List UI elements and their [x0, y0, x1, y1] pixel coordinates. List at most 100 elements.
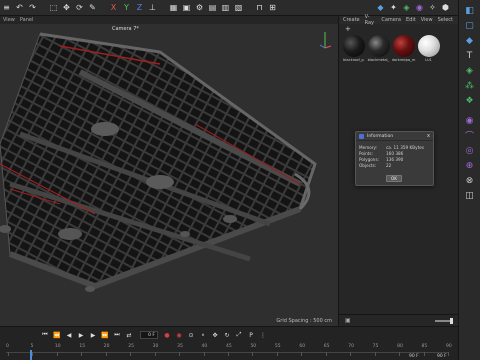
record-icon[interactable]: ● [162, 330, 172, 340]
next-key-icon[interactable]: ⏩ [100, 330, 110, 340]
menu-vray[interactable]: V-Ray [365, 14, 377, 26]
y-axis-toggle[interactable]: Y [121, 2, 132, 13]
render-view-icon[interactable]: ▣ [181, 2, 192, 13]
menu-edit[interactable]: Edit [406, 17, 416, 23]
x-axis-toggle[interactable]: X [108, 2, 119, 13]
redo-icon[interactable]: ↷ [27, 2, 38, 13]
keyframe-icon[interactable]: ⊙ [186, 330, 196, 340]
info-value: ca. 11 359 KBytes [386, 144, 425, 150]
move-icon[interactable]: ✥ [61, 2, 72, 13]
prev-key-icon[interactable]: ⏪ [52, 330, 62, 340]
material-item[interactable]: darkredpa_m [392, 35, 415, 62]
dialog-titlebar[interactable]: Information x [356, 132, 433, 141]
camera-icon[interactable]: ◫ [463, 189, 476, 202]
coord-system-icon[interactable]: ⊥ [147, 2, 158, 13]
ruler-number: 75 [372, 344, 379, 349]
current-frame-field[interactable]: 0 F [140, 331, 158, 339]
menu-view[interactable]: View [421, 17, 433, 23]
ruler-track [6, 352, 448, 353]
go-to-end-icon[interactable]: ⏭ [112, 330, 122, 340]
add-material-button[interactable]: + [345, 25, 351, 33]
position-key-icon[interactable]: ✥ [210, 330, 220, 340]
object-mode-icon[interactable]: ▢ [463, 19, 476, 32]
cube-icon[interactable]: ◆ [375, 2, 386, 13]
ruler-tick [448, 352, 449, 356]
scale-key-icon[interactable]: ⤢ [234, 330, 244, 340]
model-mode-icon[interactable]: ◧ [463, 4, 476, 17]
ruler-number: 55 [274, 344, 281, 349]
close-icon[interactable]: x [427, 133, 430, 139]
material-menubar: Create V-Ray Camera Edit View Select [339, 14, 458, 26]
render-region-icon[interactable]: ▦ [168, 2, 179, 13]
ruler-number: 90 [446, 344, 452, 349]
render-queue-icon[interactable]: ▤ [207, 2, 218, 13]
go-to-start-icon[interactable]: ⏮ [40, 330, 50, 340]
ruler-number: 5 [30, 344, 34, 349]
material-name: LU1 [425, 58, 432, 62]
filter-icon[interactable]: ▣ [345, 317, 351, 324]
max-frame-field[interactable]: 90 F [437, 354, 447, 359]
deformer-icon[interactable]: ◉ [414, 2, 425, 13]
light-icon[interactable]: ✧ [427, 2, 438, 13]
material-item[interactable]: blackroof_p [342, 35, 365, 62]
array-icon[interactable]: ⁂ [463, 79, 476, 92]
ruler-tick [154, 352, 156, 356]
workplane-icon[interactable]: ⊞ [267, 2, 278, 13]
menu-create[interactable]: Create [343, 17, 360, 23]
field-icon[interactable]: ◎ [463, 144, 476, 157]
cube-icon[interactable]: ◆ [463, 34, 476, 47]
deformer-icon[interactable]: ◉ [463, 114, 476, 127]
generator-icon[interactable]: ◈ [401, 2, 412, 13]
next-frame-icon[interactable]: ▶ [88, 330, 98, 340]
ruler-number: 25 [128, 344, 134, 349]
select-icon[interactable]: ⬚ [48, 2, 59, 13]
menu-camera[interactable]: Camera [381, 17, 401, 23]
layout-icon[interactable]: ▧ [233, 2, 244, 13]
text-icon[interactable]: T [463, 49, 476, 62]
pen-icon[interactable]: ✎ [87, 2, 98, 13]
key-selection-icon[interactable]: ⚬ [198, 330, 208, 340]
play-icon[interactable]: ▶ [76, 330, 86, 340]
globe-icon[interactable]: ⊗ [463, 174, 476, 187]
loop-icon[interactable]: ⇄ [124, 330, 134, 340]
rotation-key-icon[interactable]: ↻ [222, 330, 232, 340]
param-key-icon[interactable]: P [246, 330, 256, 340]
cloner-icon[interactable]: ❖ [463, 94, 476, 107]
grid-icon[interactable]: ⋮ [258, 330, 268, 340]
z-axis-toggle[interactable]: Z [134, 2, 145, 13]
ruler-number: 40 [201, 344, 208, 349]
generator-icon[interactable]: ◈ [463, 64, 476, 77]
ok-button[interactable]: OK [386, 175, 402, 182]
rotate-icon[interactable]: ⟳ [74, 2, 85, 13]
render-icon[interactable]: ▥ [220, 2, 231, 13]
autokey-icon[interactable]: ◉ [174, 330, 184, 340]
info-key: Polygons: [359, 156, 380, 162]
3d-viewport[interactable]: Camera 7* Grid Spacing : 500 cm [0, 24, 338, 326]
ruler-tick [105, 352, 107, 356]
info-key: Points: [359, 150, 373, 156]
bend-icon[interactable]: ⌒ [463, 129, 476, 142]
end-frame-field[interactable]: 90 F [409, 354, 419, 359]
menu-icon[interactable]: ≡ [1, 2, 12, 13]
preview-size-slider[interactable] [435, 317, 453, 324]
playhead[interactable] [30, 350, 32, 360]
ruler-number: 80 [397, 344, 403, 349]
snap-icon[interactable]: ⊓ [254, 2, 265, 13]
frame-ruler[interactable]: 0 5 10 15 20 25 30 35 40 45 50 55 60 65 70 75 80 85 90 [0, 344, 458, 360]
render-settings-icon[interactable]: ⚙ [194, 2, 205, 13]
sphere-grid-icon[interactable]: ⊕ [463, 159, 476, 172]
prev-frame-icon[interactable]: ◀ [64, 330, 74, 340]
ruler-number: 60 [299, 344, 306, 349]
menu-select[interactable]: Select [438, 17, 453, 23]
menu-panel[interactable]: Panel [20, 17, 34, 23]
material-preview [417, 35, 440, 57]
menu-view[interactable]: View [3, 17, 15, 23]
spline-icon[interactable]: ✦ [388, 2, 399, 13]
undo-icon[interactable]: ↶ [14, 2, 25, 13]
camera-label[interactable]: Camera 7* [112, 26, 139, 32]
ruler-tick [399, 352, 401, 356]
material-item[interactable]: LU1 [417, 35, 440, 62]
ruler-tick [179, 352, 181, 356]
material-item[interactable]: blackmetal_ [367, 35, 390, 62]
camera-icon[interactable]: ⬢ [440, 2, 451, 13]
